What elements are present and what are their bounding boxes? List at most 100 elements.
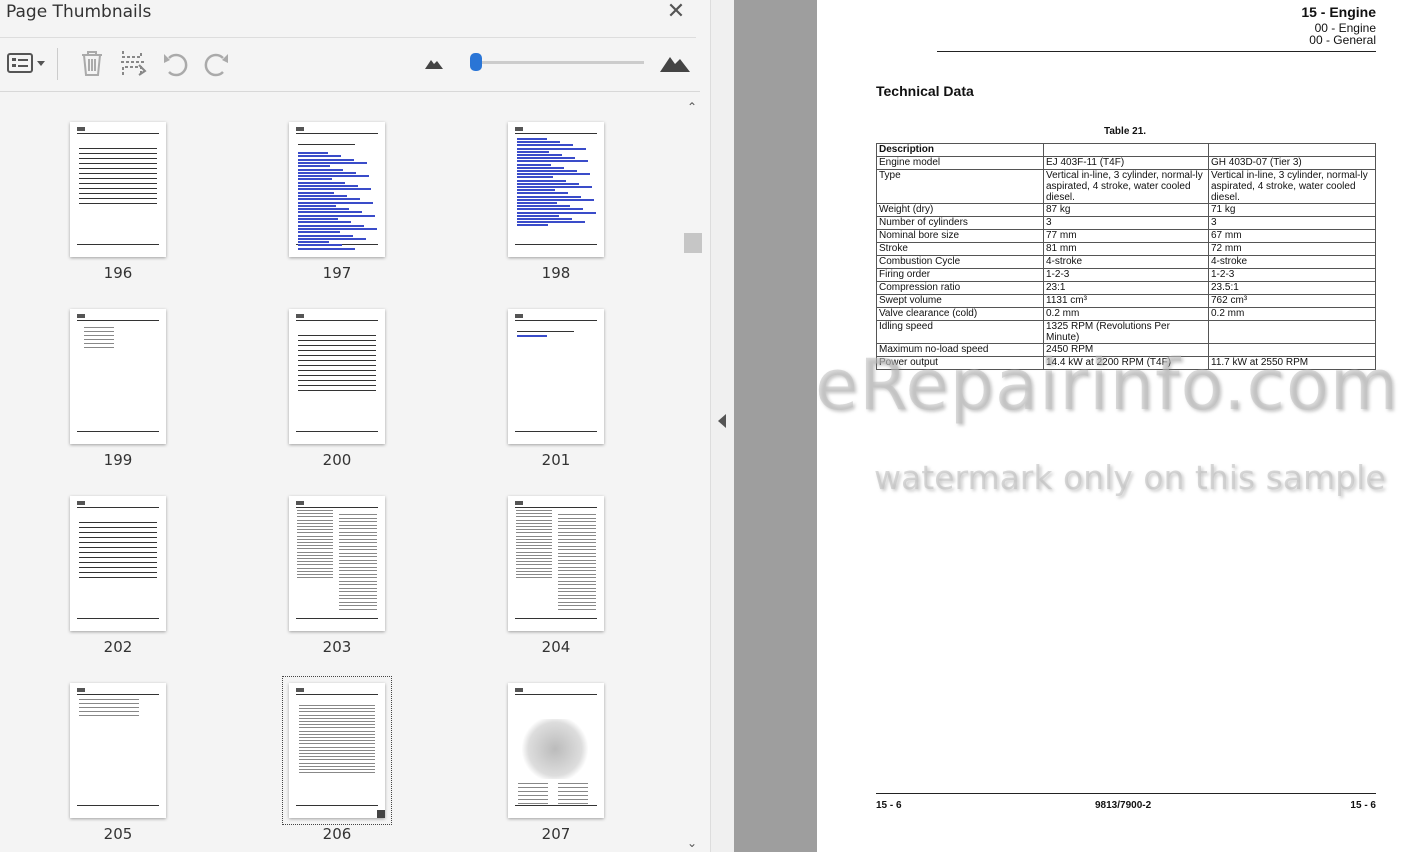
thumb-text-line [297,519,333,521]
table-cell: 23.5:1 [1208,281,1376,295]
table-row: Valve clearance (cold) 0.2 mm 0.2 mm [876,307,1376,321]
thumb-link-line [298,234,353,237]
page-thumbnail[interactable] [289,496,385,631]
thumb-header-rule [296,133,378,134]
thumb-text-line [558,524,596,526]
thumbnail-page-number: 207 [541,825,571,843]
page-thumbnail[interactable] [289,309,385,444]
thumb-text-line [558,587,596,589]
thumb-text-line [339,584,377,585]
thumb-text-line [518,787,548,788]
thumb-link-line [517,221,585,224]
thumb-text-line [558,545,596,547]
thumb-link-line [517,160,588,163]
collapse-arrow-icon[interactable] [718,414,726,428]
page-thumbnail[interactable] [508,122,604,257]
thumb-text-line [298,350,376,351]
thumb-text-line [79,562,157,563]
table-cell: 762 cm³ [1208,294,1376,308]
page-thumbnail[interactable] [70,683,166,818]
thumb-text-line [79,193,157,194]
panel-splitter[interactable] [710,0,735,852]
thumb-text-line [79,537,157,538]
zoom-out-button[interactable] [419,48,449,78]
thumb-link-line [517,205,570,208]
thumb-text-line [84,331,114,332]
thumb-link-line [298,231,340,234]
thumb-text-line [558,791,588,792]
thumb-text-line [516,542,552,543]
thumb-text-line [558,521,596,522]
thumb-text-line [297,513,333,515]
footer-page-number: 15 - 6 [1350,800,1376,811]
rotate-right-button[interactable] [202,48,232,78]
thumb-text-line [558,591,596,592]
page-thumbnail[interactable] [508,683,604,818]
thumb-link-line [298,158,354,161]
thumb-logo [296,127,304,131]
footer-document-id: 9813/7900-2 [1095,800,1152,811]
thumb-text-line [79,183,157,184]
thumb-text-line [297,561,333,563]
page-thumbnail[interactable] [508,496,604,631]
thumb-text-line [558,803,588,804]
page-thumbnail[interactable] [70,309,166,444]
rotate-right-icon [204,53,228,77]
page-heading: Technical Data [876,83,974,99]
thumb-text-line [84,327,114,328]
thumb-text-line [516,526,552,527]
scrollbar-thumb[interactable] [684,233,702,253]
thumb-text-line [558,799,588,800]
insert-page-button[interactable] [118,48,148,78]
page-thumbnail[interactable] [70,122,166,257]
delete-page-button[interactable] [77,48,107,78]
page-thumbnail[interactable] [289,122,385,257]
thumb-link-line [517,141,560,144]
thumb-text-line [558,608,596,610]
thumb-link-line [298,194,347,197]
thumb-logo [296,314,304,318]
thumb-text-line [79,547,157,548]
thumb-link-line [517,144,573,147]
insert-page-icon [121,51,147,76]
page-thumbnail[interactable] [70,496,166,631]
zoom-slider-track[interactable] [474,61,644,64]
thumb-text-line [516,554,552,556]
thumb-link-line [517,224,548,227]
table-cell: Engine model [876,156,1044,170]
selected-thumbnail-frame [282,676,392,825]
thumb-text-line [558,549,596,550]
thumb-text-line [79,188,157,189]
table-cell: 71 kg [1208,203,1376,217]
thumb-text-line [79,198,157,199]
thumb-link-line [298,214,375,217]
technical-data-table: Description Engine model EJ 403F-11 (T4F) G… [876,143,1376,370]
thumb-link-line [517,189,555,192]
table-row: Type Vertical in-line, 3 cylinder, normal… [876,169,1376,204]
thumb-text-line [516,567,552,569]
scroll-down-icon[interactable]: ⌄ [687,836,697,850]
thumb-link-line [517,150,549,153]
thumb-text-line [516,519,552,521]
zoom-in-button[interactable] [658,48,692,78]
thumb-text-line [79,168,157,169]
thumb-link-line [298,244,342,247]
thumb-footer-rule [77,431,159,432]
thumb-logo [77,501,85,505]
thumbnail-scrollbar[interactable]: ⌃ ⌄ [683,98,703,852]
zoom-slider-handle[interactable] [470,53,482,71]
thumb-link-line [298,181,345,184]
thumb-logo [77,314,85,318]
page-thumbnail[interactable] [508,309,604,444]
thumb-logo [296,501,304,505]
scroll-up-icon[interactable]: ⌃ [687,100,697,114]
close-icon[interactable]: ✕ [665,0,687,22]
rotate-left-button[interactable] [160,48,190,78]
table-cell: Vertical in-line, 3 cylinder, normal-ly … [1043,169,1209,204]
table-header-row: Description [876,143,1376,157]
thumb-link-line [517,163,551,166]
thumb-header-rule [77,507,159,508]
thumb-link-line [517,211,596,214]
thumbnail-resize-handle[interactable] [377,810,385,818]
options-menu-button[interactable] [4,48,48,78]
